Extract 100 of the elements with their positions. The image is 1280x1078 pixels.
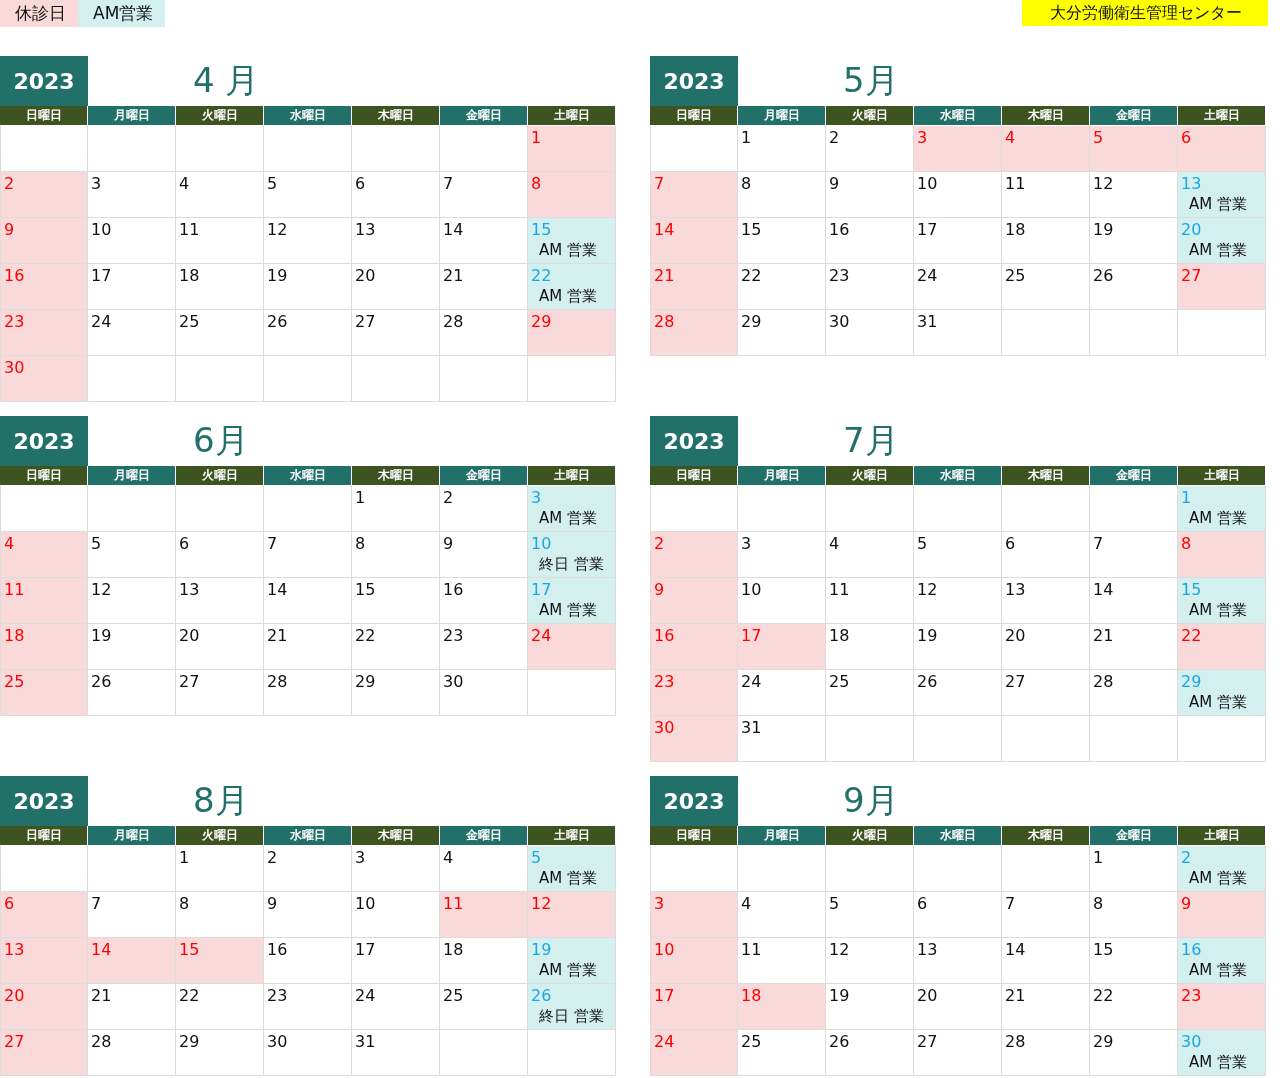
day-number: 19 [267,266,288,286]
day-number: 29 [1093,1032,1114,1052]
day-number: 28 [443,312,464,332]
day-number: 19 [91,626,112,646]
day-number: 15 [741,220,762,240]
day-number: 10 [917,174,938,194]
cell-note: AM 営業 [539,240,597,260]
year-label: 2023 [0,56,88,106]
day-number: 27 [1005,672,1026,692]
day-number: 27 [179,672,200,692]
cell-note: AM 営業 [1189,868,1247,888]
day-number: 10 [91,220,112,240]
day-number: 26 [1093,266,1114,286]
year-label: 2023 [0,776,88,826]
weekday-header: 水曜日 [914,106,1002,126]
weekday-header: 木曜日 [1002,106,1090,126]
year-label: 2023 [0,416,88,466]
weekday-header: 火曜日 [176,106,264,126]
day-number: 15 [1181,580,1202,600]
day-number: 13 [1005,580,1026,600]
cell-note: AM 営業 [1189,194,1247,214]
day-number: 15 [179,940,200,960]
day-number: 11 [4,580,25,600]
day-number: 8 [1181,534,1192,554]
weekday-header: 水曜日 [914,826,1002,846]
day-number: 7 [267,534,278,554]
day-number: 16 [654,626,675,646]
day-number: 13 [179,580,200,600]
cell-note: AM 営業 [1189,960,1247,980]
day-number: 18 [443,940,464,960]
cell-note: AM 営業 [539,286,597,306]
weekday-header: 土曜日 [1178,466,1266,486]
day-number: 14 [654,220,675,240]
weekday-header: 日曜日 [0,466,88,486]
weekday-header: 日曜日 [0,826,88,846]
legend-label: 休診日 [0,0,78,27]
day-number: 8 [1093,894,1104,914]
day-number: 8 [179,894,190,914]
weekday-header: 金曜日 [1090,106,1178,126]
day-number: 7 [1005,894,1016,914]
day-number: 26 [91,672,112,692]
day-number: 24 [355,986,376,1006]
day-number: 3 [355,848,366,868]
day-number: 5 [531,848,542,868]
day-number: 30 [443,672,464,692]
weekday-header: 火曜日 [826,106,914,126]
day-number: 28 [267,672,288,692]
day-number: 25 [443,986,464,1006]
day-number: 26 [829,1032,850,1052]
day-number: 23 [267,986,288,1006]
day-number: 18 [179,266,200,286]
weekday-header: 金曜日 [1090,466,1178,486]
day-number: 17 [654,986,675,1006]
day-number: 8 [355,534,366,554]
weekday-header: 月曜日 [88,466,176,486]
day-number: 25 [829,672,850,692]
day-number: 11 [1005,174,1026,194]
day-number: 17 [531,580,552,600]
weekday-header: 金曜日 [440,466,528,486]
day-number: 4 [741,894,752,914]
day-number: 25 [4,672,25,692]
day-number: 5 [1093,128,1104,148]
day-number: 18 [741,986,762,1006]
day-number: 17 [355,940,376,960]
day-number: 5 [917,534,928,554]
day-number: 21 [1005,986,1026,1006]
day-number: 18 [1005,220,1026,240]
day-number: 28 [1093,672,1114,692]
day-number: 20 [4,986,25,1006]
day-number: 11 [179,220,200,240]
day-number: 6 [1005,534,1016,554]
day-number: 18 [829,626,850,646]
day-number: 9 [4,220,15,240]
day-number: 29 [741,312,762,332]
day-number: 24 [531,626,552,646]
day-number: 16 [443,580,464,600]
day-number: 1 [355,488,366,508]
cell-note: AM 営業 [1189,692,1247,712]
day-number: 27 [4,1032,25,1052]
weekday-header: 土曜日 [528,466,616,486]
day-number: 18 [4,626,25,646]
day-number: 28 [654,312,675,332]
day-number: 13 [355,220,376,240]
day-number: 9 [1181,894,1192,914]
day-number: 23 [4,312,25,332]
weekday-header: 金曜日 [1090,826,1178,846]
weekday-header: 木曜日 [352,826,440,846]
day-number: 14 [1093,580,1114,600]
day-number: 2 [4,174,15,194]
day-number: 16 [1181,940,1202,960]
day-number: 15 [355,580,376,600]
day-number: 29 [531,312,552,332]
day-number: 3 [741,534,752,554]
day-number: 11 [443,894,464,914]
day-number: 5 [267,174,278,194]
day-number: 6 [355,174,366,194]
day-number: 26 [531,986,552,1006]
day-number: 1 [179,848,190,868]
day-number: 27 [355,312,376,332]
day-number: 2 [1181,848,1192,868]
